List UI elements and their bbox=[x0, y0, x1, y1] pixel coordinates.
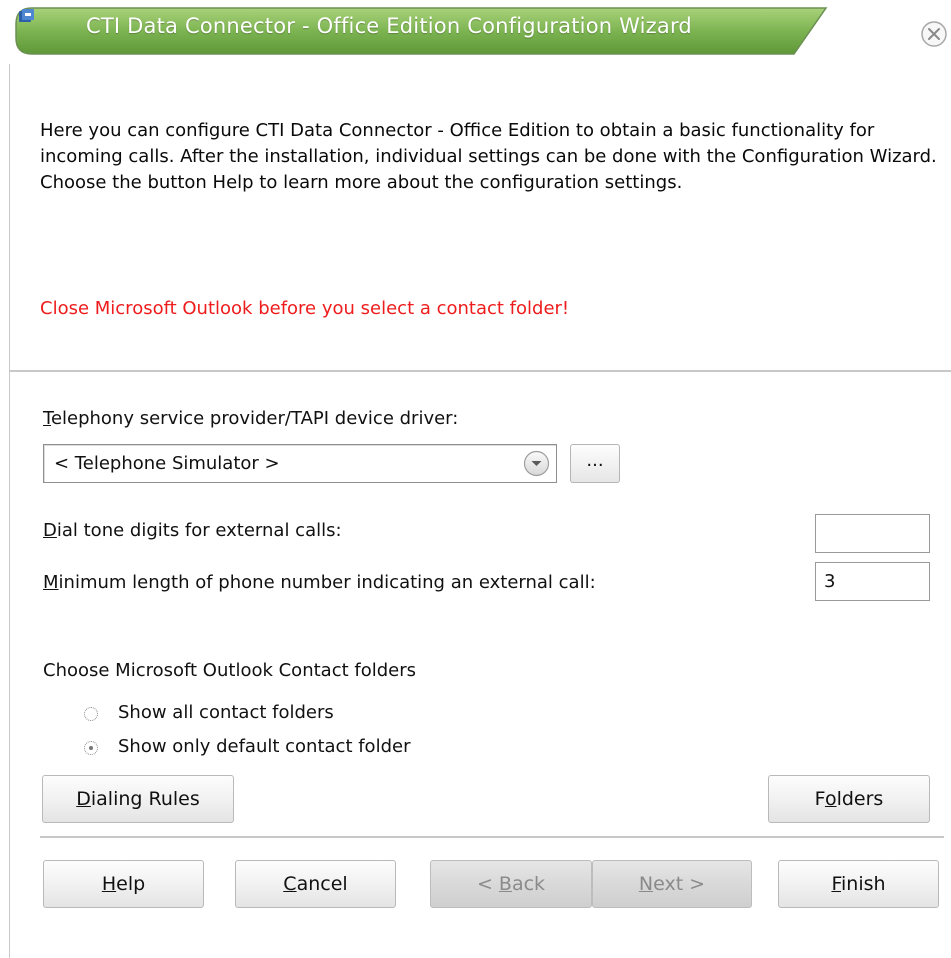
help-button[interactable]: Help bbox=[43, 860, 204, 908]
intro-panel: Here you can configure CTI Data Connecto… bbox=[10, 64, 951, 369]
section-divider bbox=[10, 370, 951, 373]
tapi-label: Telephony service provider/TAPI device d… bbox=[43, 408, 458, 429]
folders-button[interactable]: Folders bbox=[768, 775, 930, 823]
next-accel: N bbox=[638, 873, 654, 895]
dial-tone-label-accel: D bbox=[43, 520, 57, 541]
dial-tone-field[interactable] bbox=[815, 514, 930, 553]
intro-description: Here you can configure CTI Data Connecto… bbox=[40, 120, 937, 193]
help-text: elp bbox=[116, 873, 146, 895]
chevron-down-icon[interactable] bbox=[523, 450, 550, 477]
next-button[interactable]: Next > bbox=[592, 860, 752, 908]
finish-text: inish bbox=[841, 873, 886, 895]
radio-show-all-label: Show all contact folders bbox=[118, 702, 334, 723]
back-button[interactable]: < Back bbox=[430, 860, 592, 908]
browse-button[interactable]: ... bbox=[570, 444, 620, 483]
radio-selected-dot bbox=[89, 746, 93, 750]
dialing-rules-accel: D bbox=[76, 788, 91, 810]
tapi-driver-value: < Telephone Simulator > bbox=[54, 453, 280, 474]
dialing-rules-text: ialing Rules bbox=[90, 788, 200, 810]
finish-accel: F bbox=[831, 873, 841, 895]
contact-folders-heading: Choose Microsoft Outlook Contact folders bbox=[43, 660, 416, 681]
help-accel: H bbox=[101, 873, 117, 895]
close-icon[interactable] bbox=[918, 18, 950, 50]
min-length-label-accel: M bbox=[43, 572, 59, 593]
min-length-label-text: inimum length of phone number indicating… bbox=[58, 572, 596, 593]
app-icon bbox=[19, 9, 34, 22]
min-length-label: Minimum length of phone number indicatin… bbox=[43, 572, 596, 593]
folders-accel: o bbox=[824, 788, 837, 810]
tapi-driver-select[interactable]: < Telephone Simulator > bbox=[43, 444, 557, 483]
back-accel: B bbox=[498, 873, 512, 895]
radio-show-default-label: Show only default contact folder bbox=[118, 736, 411, 757]
warning-message: Close Microsoft Outlook before you selec… bbox=[40, 298, 570, 319]
footer-divider bbox=[40, 836, 944, 839]
folders-text-start: F bbox=[814, 788, 825, 810]
dial-tone-label-text: ial tone digits for external calls: bbox=[56, 520, 342, 541]
tapi-label-text: elephony service provider/TAPI device dr… bbox=[50, 408, 459, 429]
cancel-accel: C bbox=[283, 873, 297, 895]
folders-text-end: lders bbox=[836, 788, 884, 810]
cancel-text: ancel bbox=[296, 873, 348, 895]
min-length-field[interactable]: 3 bbox=[815, 562, 930, 601]
title-bar: CTI Data Connector - Office Edition Conf… bbox=[0, 0, 951, 64]
next-text: ext > bbox=[653, 873, 706, 895]
radio-button-icon[interactable] bbox=[84, 707, 98, 721]
finish-button[interactable]: Finish bbox=[778, 860, 939, 908]
tapi-label-accel: T bbox=[43, 408, 51, 429]
dialing-rules-button[interactable]: Dialing Rules bbox=[42, 775, 234, 823]
radio-button-icon[interactable] bbox=[84, 741, 98, 755]
back-text: ack bbox=[511, 873, 546, 895]
back-prefix: < bbox=[476, 873, 499, 895]
window-title: CTI Data Connector - Office Edition Conf… bbox=[86, 14, 692, 38]
cancel-button[interactable]: Cancel bbox=[235, 860, 396, 908]
dial-tone-label: Dial tone digits for external calls: bbox=[43, 520, 342, 541]
